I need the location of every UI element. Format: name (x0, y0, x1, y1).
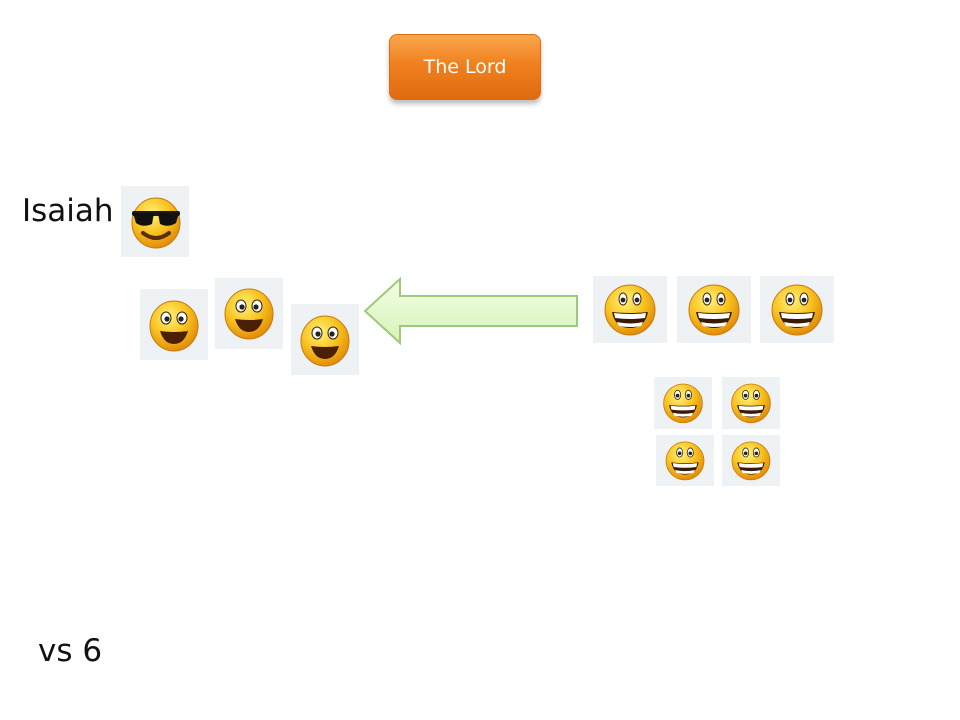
sunglasses-smiley-icon (121, 186, 189, 257)
isaiah-label: Isaiah (22, 193, 114, 229)
verse-label: vs 6 (38, 633, 103, 669)
grinning-smiley-icon (722, 435, 780, 486)
the-lord-button[interactable]: The Lord (389, 34, 541, 100)
the-lord-label: The Lord (423, 56, 507, 78)
open-smile-icon (140, 289, 208, 360)
grinning-smiley-icon (722, 377, 780, 429)
left-arrow-icon (363, 277, 578, 345)
open-smile-icon (291, 304, 359, 375)
grinning-smiley-icon (677, 276, 751, 343)
grinning-smiley-icon (654, 377, 712, 429)
grinning-smiley-icon (593, 276, 667, 343)
grinning-smiley-icon (656, 435, 714, 486)
grinning-smiley-icon (760, 276, 834, 343)
open-smile-icon (215, 278, 283, 349)
